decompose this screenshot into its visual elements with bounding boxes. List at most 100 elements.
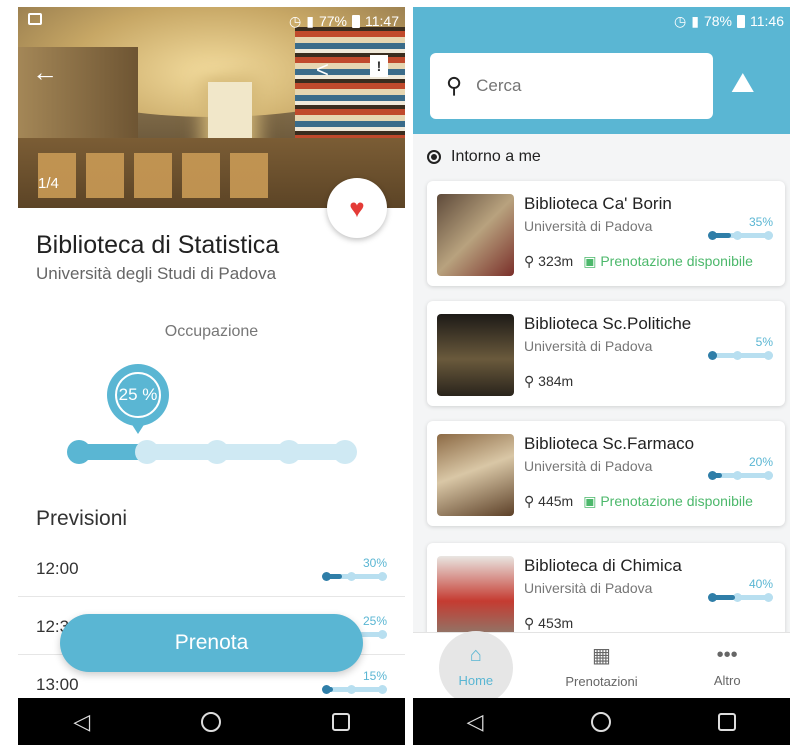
- library-thumbnail: [437, 194, 514, 276]
- slider-step: [277, 440, 301, 464]
- favorite-button[interactable]: ♥: [327, 178, 387, 238]
- tab-altro[interactable]: ••• Altro: [664, 633, 790, 698]
- library-name: Biblioteca Ca' Borin: [524, 194, 672, 213]
- distance: 445m: [538, 493, 574, 509]
- forecast-title: Previsioni: [36, 507, 128, 530]
- more-icon: •••: [716, 643, 738, 666]
- bottom-tab-bar: ⌂ Home ▦ Prenotazioni ••• Altro: [413, 631, 790, 705]
- near-me-header: Intorno a me: [427, 148, 541, 166]
- nav-home-icon[interactable]: [590, 711, 611, 732]
- calendar-icon: ▣: [583, 253, 597, 269]
- map-icon[interactable]: ⛰: [731, 67, 755, 100]
- forecast-bar: 15%: [322, 669, 387, 694]
- calendar-icon: ▦: [592, 644, 611, 667]
- heart-icon: ♥: [349, 192, 365, 223]
- occupancy-bar: 35%: [708, 215, 773, 240]
- occupancy-value: 25 %: [115, 372, 161, 418]
- library-meta: ⚲ 453m: [524, 615, 573, 632]
- search-bar[interactable]: ⚲: [430, 53, 713, 119]
- slider-step: [67, 440, 91, 464]
- forecast-time: 13:00: [36, 675, 79, 694]
- system-nav-bar: ◁: [413, 698, 790, 745]
- system-nav-bar: ◁: [18, 698, 405, 745]
- clock: 11:47: [365, 13, 399, 29]
- book-button[interactable]: Prenota: [60, 614, 363, 672]
- library-photo[interactable]: [18, 7, 405, 208]
- slider-step: [333, 440, 357, 464]
- library-card[interactable]: Biblioteca Sc.Politiche Università di Pa…: [427, 301, 785, 406]
- library-name: Biblioteca Sc.Politiche: [524, 314, 692, 333]
- battery-icon: [737, 14, 745, 28]
- occupancy-pct: 20%: [748, 455, 773, 469]
- status-bar: ◷ ▮ 78% 11:46: [413, 7, 790, 35]
- tab-home[interactable]: ⌂ Home: [413, 631, 539, 705]
- search-icon: ⚲: [446, 73, 463, 98]
- header: ◷ ▮ 78% 11:46 ⚲ ⛰: [413, 7, 790, 134]
- nav-back-icon[interactable]: ◁: [467, 709, 484, 735]
- nav-recents-icon[interactable]: [718, 712, 737, 731]
- tab-label: Prenotazioni: [565, 673, 638, 689]
- occupancy-pct: 5%: [755, 335, 773, 349]
- nav-home-icon[interactable]: [200, 711, 221, 732]
- location-target-icon: [427, 150, 441, 164]
- slider-step: [205, 440, 229, 464]
- near-me-label: Intorno a me: [451, 148, 541, 165]
- nav-recents-icon[interactable]: [331, 712, 350, 731]
- occupancy-bar: 40%: [708, 577, 773, 602]
- location-pin-icon: ⚲: [524, 373, 535, 389]
- signal-icon: ▮: [691, 12, 699, 29]
- tab-label: Home: [458, 672, 494, 688]
- forecast-time: 12:00: [36, 559, 79, 578]
- distance: 453m: [538, 615, 574, 631]
- distance: 384m: [538, 373, 574, 389]
- page-subtitle: Università degli Studi di Padova: [36, 264, 277, 283]
- occupancy-pct: 40%: [748, 577, 773, 591]
- forecast-row: 12:00 30%: [18, 539, 405, 597]
- slider-step: [135, 440, 159, 464]
- nav-back-icon[interactable]: ◁: [73, 709, 90, 735]
- forecast-pct: 30%: [362, 556, 387, 570]
- photo-counter: 1/4: [38, 175, 59, 192]
- status-bar: ◷ ▮ 77% 11:47: [18, 7, 405, 35]
- library-university: Università di Padova: [524, 218, 653, 234]
- tab-prenotazioni[interactable]: ▦ Prenotazioni: [539, 633, 665, 698]
- library-meta: ⚲ 323m ▣ Prenotazione disponibile: [524, 253, 753, 270]
- back-arrow-icon[interactable]: ←: [32, 57, 58, 88]
- search-input[interactable]: [476, 76, 677, 96]
- tab-active-indicator: [439, 631, 513, 705]
- location-pin-icon: ⚲: [524, 615, 535, 631]
- location-pin-icon: ⚲: [524, 253, 535, 269]
- report-icon[interactable]: !: [370, 55, 388, 77]
- tab-label: Altro: [713, 672, 741, 688]
- occupancy-pct: 35%: [748, 215, 773, 229]
- library-card[interactable]: Biblioteca Sc.Farmaco Università di Pado…: [427, 421, 785, 526]
- library-thumbnail: [437, 556, 514, 638]
- battery-icon: [352, 14, 360, 28]
- library-meta: ⚲ 445m ▣ Prenotazione disponibile: [524, 493, 753, 510]
- calendar-icon: ▣: [583, 493, 597, 509]
- library-detail-screen: ◷ ▮ 77% 11:47 ← < ! 1/4 ♥ Biblioteca di …: [18, 7, 405, 745]
- library-thumbnail: [437, 434, 514, 516]
- share-icon[interactable]: <: [316, 57, 329, 83]
- occupancy-slider: [67, 440, 357, 464]
- library-name: Biblioteca Sc.Farmaco: [524, 434, 695, 453]
- page-title: Biblioteca di Statistica: [36, 231, 280, 259]
- alarm-icon: ◷: [674, 12, 687, 29]
- availability: Prenotazione disponibile: [600, 253, 753, 269]
- signal-icon: ▮: [306, 12, 314, 29]
- library-university: Università di Padova: [524, 338, 653, 354]
- library-meta: ⚲ 384m: [524, 373, 573, 390]
- battery-level: 77%: [318, 13, 347, 29]
- forecast-bar: 30%: [322, 556, 387, 581]
- home-icon: ⌂: [469, 643, 482, 666]
- occupancy-pin: 25 %: [107, 364, 169, 434]
- location-pin-icon: ⚲: [524, 493, 535, 509]
- distance: 323m: [538, 253, 574, 269]
- library-thumbnail: [437, 314, 514, 396]
- library-university: Università di Padova: [524, 458, 653, 474]
- library-card[interactable]: Biblioteca Ca' Borin Università di Padov…: [427, 181, 785, 286]
- occupancy-label: Occupazione: [164, 323, 259, 340]
- alarm-icon: ◷: [289, 12, 302, 29]
- library-list-screen: ◷ ▮ 78% 11:46 ⚲ ⛰ Intorno a me Bibliotec…: [413, 7, 790, 745]
- gallery-icon: [28, 13, 42, 25]
